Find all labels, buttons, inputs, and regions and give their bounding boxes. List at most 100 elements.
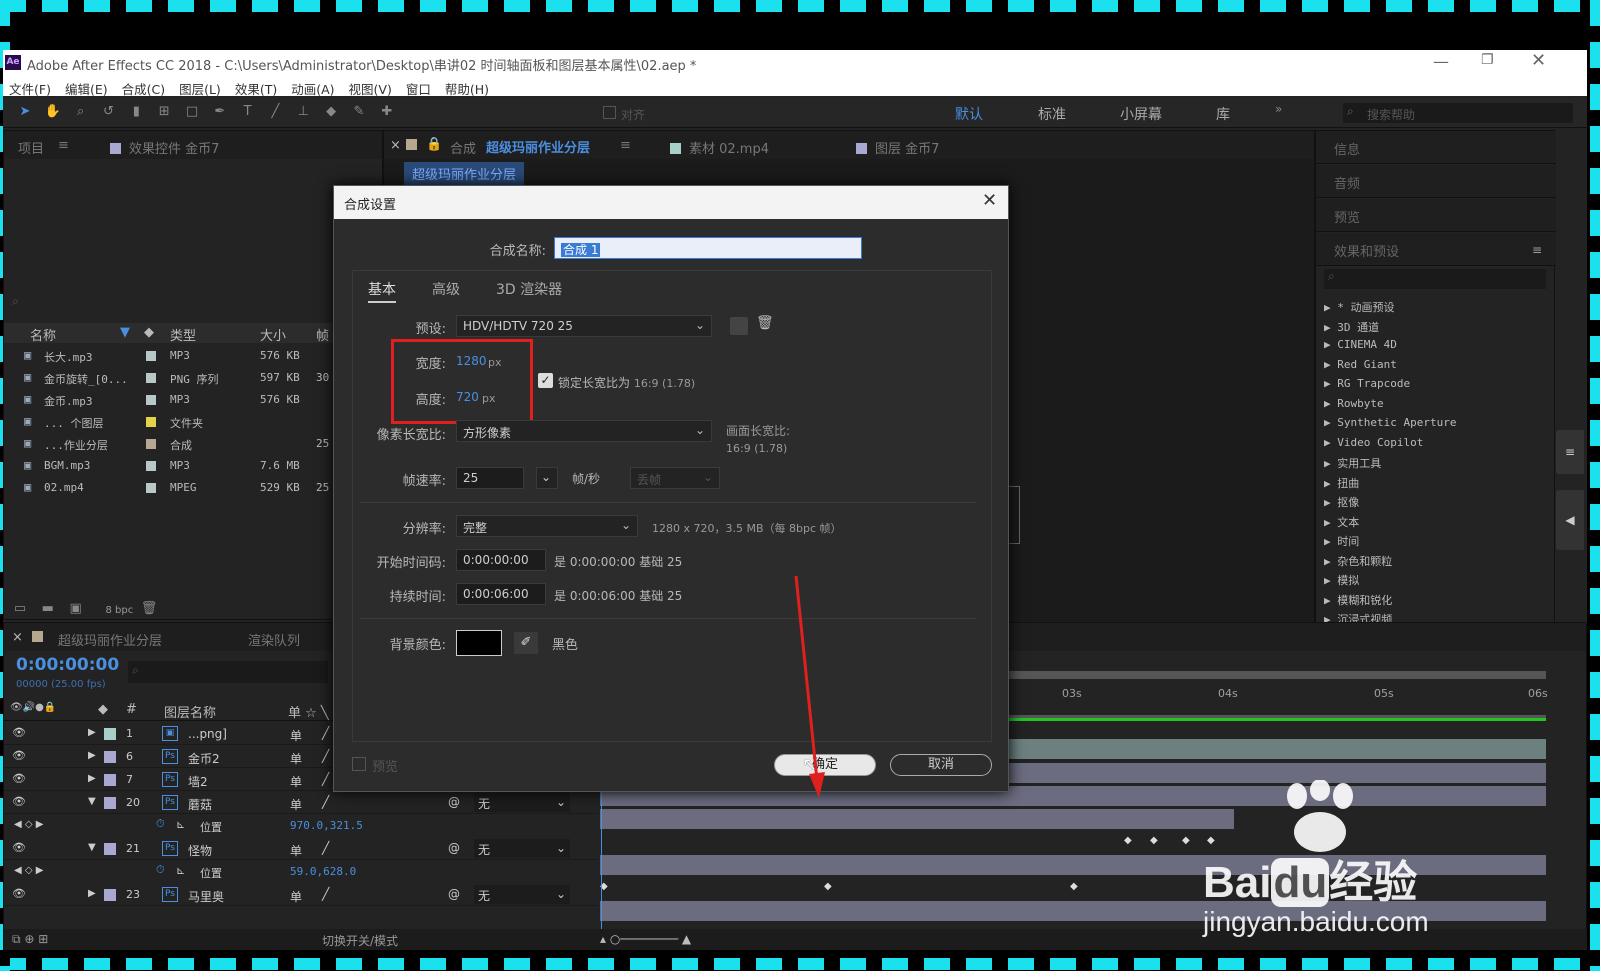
effect-category[interactable]: ▶ RG Trapcode (1324, 377, 1410, 390)
layer-bar-20[interactable] (600, 809, 1234, 829)
col-fr[interactable]: 帧 (316, 325, 329, 344)
quality-switch-icon[interactable]: ╱ (322, 772, 329, 786)
effect-category[interactable]: ▶ Rowbyte (1324, 397, 1384, 410)
quality-switch-icon[interactable]: ╱ (322, 887, 329, 901)
effect-category[interactable]: ▶ 文本 (1324, 514, 1359, 530)
effect-category[interactable]: ▶ * 动画预设 (1324, 299, 1395, 315)
col-type[interactable]: 类型 (170, 325, 196, 344)
tab-render-queue[interactable]: 渲染队列 (248, 630, 300, 649)
right-edge-tab-1[interactable]: ≡ (1556, 430, 1584, 474)
eye-icon[interactable]: 👁 (12, 726, 26, 739)
effect-category[interactable]: ▶ CINEMA 4D (1324, 338, 1397, 351)
tab-project[interactable]: 项目 (18, 138, 44, 157)
project-item[interactable]: ▣ 02.mp4 MPEG 529 KB 25 (4, 477, 384, 499)
keyframe[interactable]: ◆ (1124, 835, 1132, 846)
menu-item[interactable]: 图层(L) (179, 79, 221, 98)
pen-tool-icon[interactable]: ✒ (211, 104, 229, 120)
rectangle-tool-icon[interactable]: □ (183, 104, 201, 120)
effect-category[interactable]: ▶ 3D 通道 (1324, 319, 1379, 335)
shy-switch[interactable]: 单 (290, 773, 302, 790)
right-panel-section[interactable]: 预览 (1316, 199, 1556, 232)
dialog-close-icon[interactable]: ✕ (982, 190, 997, 211)
shy-switch[interactable]: 单 (290, 727, 302, 744)
lock-aspect-checkbox[interactable]: ✓ (538, 373, 553, 388)
eyedropper-icon[interactable]: ✐ (514, 632, 538, 654)
keyframe[interactable]: ◆ (1070, 881, 1078, 892)
expand-arrow-icon[interactable]: ▼ (88, 796, 96, 807)
keyframe-nav-icon[interactable]: ◀ ◇ ▶ (14, 865, 43, 876)
project-item[interactable]: ▣ 金币旋转_[0... PNG 序列 597 KB 30 (4, 367, 384, 389)
bg-color-swatch[interactable] (456, 630, 502, 656)
snap-checkbox[interactable] (603, 106, 616, 119)
layer-name-col[interactable]: 图层名称 (164, 702, 216, 721)
tab-timeline-comp[interactable]: 超级玛丽作业分层 (58, 630, 162, 649)
pixel-aspect-select[interactable]: 方形像素 ⌄ (456, 420, 712, 442)
search-help[interactable]: ⌕ 搜索帮助 (1343, 103, 1573, 123)
workspace-default[interactable]: 默认 (955, 104, 983, 124)
eye-icon[interactable]: 👁 (12, 772, 26, 785)
shy-switch[interactable]: 单 (290, 842, 302, 859)
project-item[interactable]: ▣ ...作业分层 合成 25 (4, 433, 384, 455)
effects-menu-icon[interactable]: ≡ (1532, 243, 1542, 257)
text-tool-icon[interactable]: T (239, 104, 257, 120)
right-panel-section[interactable]: 音频 (1316, 165, 1556, 198)
timecode-display[interactable]: 0:00:00:00 (16, 655, 119, 675)
preset-select[interactable]: HDV/HDTV 720 25 ⌄ (456, 315, 712, 337)
effect-category[interactable]: ▶ 模拟 (1324, 572, 1359, 588)
effect-category[interactable]: ▶ 时间 (1324, 533, 1359, 549)
resolution-select[interactable]: 完整 ⌄ (456, 515, 638, 537)
right-edge-tab-2[interactable]: ◀ (1556, 490, 1584, 550)
parent-select[interactable]: 无 ⌄ (474, 793, 570, 812)
height-value[interactable]: 720 (456, 390, 479, 404)
frame-rate-input[interactable]: 25 (456, 467, 524, 489)
menu-item[interactable]: 视图(V) (349, 79, 392, 98)
zoom-slider[interactable]: ▴ ○──────── ▲ (600, 932, 691, 946)
menu-item[interactable]: 合成(C) (122, 79, 165, 98)
close-timeline-tab-icon[interactable]: × (12, 630, 23, 645)
expand-arrow-icon[interactable]: ▼ (88, 842, 96, 853)
roto-brush-icon[interactable]: ✎ (350, 104, 368, 120)
tab-basic[interactable]: 基本 (368, 279, 396, 303)
stopwatch-icon[interactable]: ⏱ (156, 863, 165, 877)
layer-row[interactable]: 👁 ▶ 23 Ps 马里奥 单 ╱ @ 无 ⌄ (4, 884, 598, 906)
workspace-small-screen[interactable]: 小屏幕 (1120, 104, 1162, 124)
right-panel-section[interactable]: 信息 (1316, 131, 1556, 164)
property-row[interactable]: ◀ ◇ ▶ ⏱ ⊾ 位置 59.0,628.0 (4, 861, 598, 883)
expand-arrow-icon[interactable]: ▶ (88, 727, 96, 738)
effect-category[interactable]: ▶ 扭曲 (1324, 475, 1359, 491)
hand-tool-icon[interactable]: ✋ (44, 104, 62, 120)
cancel-button[interactable]: 取消 (890, 754, 992, 776)
effect-category[interactable]: ▶ Video Copilot (1324, 436, 1423, 449)
tab-footage[interactable]: 素材 02.mp4 (670, 138, 769, 157)
col-size[interactable]: 大小 (260, 325, 286, 344)
parent-pick-whip-icon[interactable]: @ (448, 887, 460, 901)
brush-tool-icon[interactable]: ╱ (266, 104, 284, 120)
delete-preset-icon[interactable]: 🗑 (756, 315, 774, 331)
project-item[interactable]: ▣ 金币.mp3 MP3 576 KB (4, 389, 384, 411)
layer-row[interactable]: 👁 ▼ 21 Ps 怪物 单 ╱ @ 无 ⌄ (4, 838, 598, 860)
quality-switch-icon[interactable]: ╱ (322, 795, 329, 809)
stopwatch-icon[interactable]: ⏱ (156, 817, 165, 831)
quality-switch-icon[interactable]: ╱ (322, 749, 329, 763)
menu-item[interactable]: 窗口 (406, 79, 431, 98)
parent-select[interactable]: 无 ⌄ (474, 839, 570, 858)
shy-switch[interactable]: 单 (290, 750, 302, 767)
comp-name-input[interactable]: 合成 1 (554, 237, 862, 259)
trash-icon[interactable]: 🗑 (140, 601, 158, 617)
toggle-switches-modes[interactable]: 切换开关/模式 (322, 932, 398, 949)
effects-search[interactable]: ⌕ (1324, 269, 1546, 289)
frame-rate-dropdown[interactable]: ⌄ (536, 467, 558, 489)
effect-category[interactable]: ▶ Red Giant (1324, 358, 1397, 371)
menu-item[interactable]: 帮助(H) (445, 79, 489, 98)
workspace-standard[interactable]: 标准 (1038, 104, 1066, 124)
expand-arrow-icon[interactable]: ▶ (88, 773, 96, 784)
workspace-library[interactable]: 库 (1216, 104, 1230, 124)
expand-arrow-icon[interactable]: ▶ (88, 750, 96, 761)
new-folder-icon[interactable]: ▬ (39, 601, 57, 617)
shy-switch[interactable]: 单 (290, 888, 302, 905)
menu-item[interactable]: 文件(F) (9, 79, 51, 98)
camera-tool-icon[interactable]: ▮ (127, 104, 145, 120)
tab-effect-controls[interactable]: 效果控件 金币7 (110, 138, 219, 157)
tab-comp[interactable]: 超级玛丽作业分层 (486, 137, 590, 156)
layer-search[interactable]: ⌕ (128, 661, 328, 683)
